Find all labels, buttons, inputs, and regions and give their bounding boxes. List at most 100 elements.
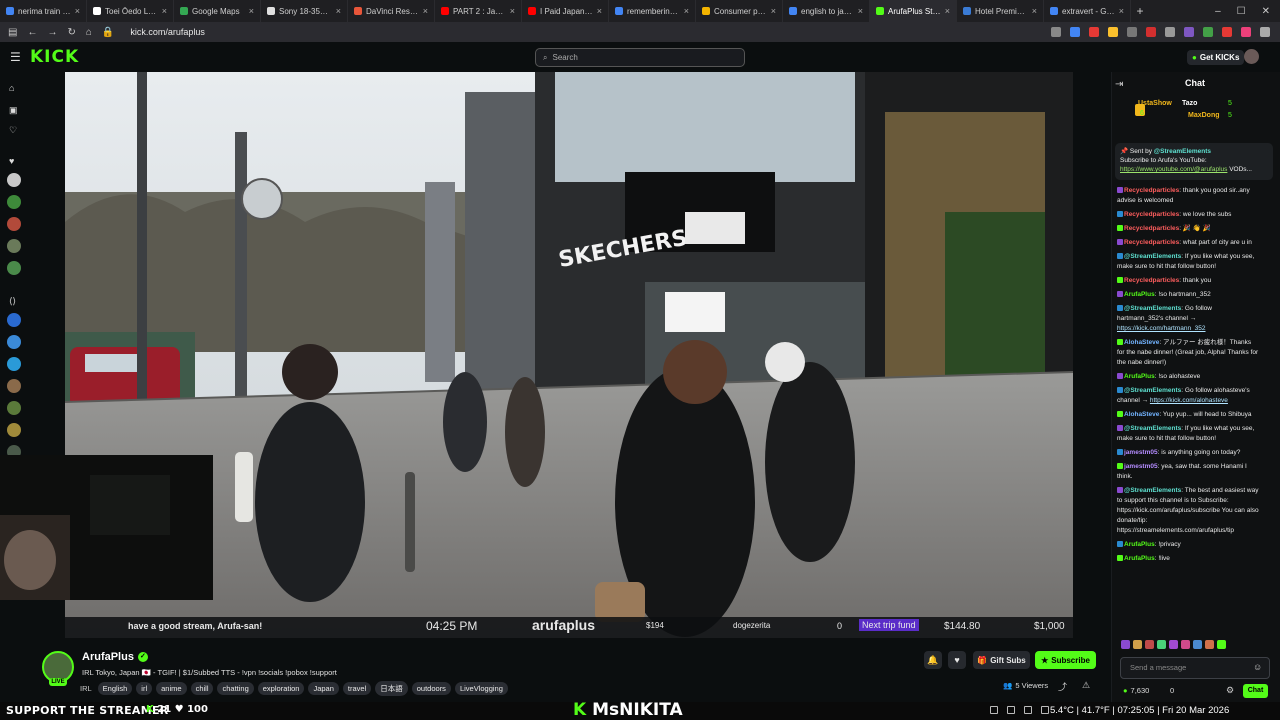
chat-username[interactable]: Recycledparticles xyxy=(1124,225,1179,232)
reload-icon[interactable]: ↻ xyxy=(67,27,75,38)
tab-close-icon[interactable]: × xyxy=(75,6,80,16)
follow-heart-button[interactable]: ♥ xyxy=(948,651,966,669)
stream-tag[interactable]: 日本語 xyxy=(375,681,408,696)
chat-username[interactable]: @StreamElements xyxy=(1124,305,1181,312)
chat-username[interactable]: Recycledparticles xyxy=(1124,211,1179,218)
ext-icon[interactable] xyxy=(1184,27,1194,37)
browser-tab[interactable]: Sony 18-35mm GM Le × xyxy=(261,0,348,22)
browse-nav-icon[interactable]: ▣ xyxy=(9,105,18,116)
search-input[interactable]: ⌕ Search xyxy=(535,48,745,67)
category-link[interactable]: IRL xyxy=(80,684,94,693)
ext-icon[interactable] xyxy=(1241,27,1251,37)
chat-username[interactable]: Recycledparticles xyxy=(1124,239,1179,246)
chat-username[interactable]: @StreamElements xyxy=(1124,253,1181,260)
emote-icon[interactable] xyxy=(1217,640,1226,649)
browser-tab[interactable]: Toei Ōedo Line - Wiki × xyxy=(87,0,174,22)
pinned-author[interactable]: @StreamElements xyxy=(1154,148,1211,155)
emote-icon[interactable] xyxy=(1193,640,1202,649)
emote-icon[interactable] xyxy=(1169,640,1178,649)
browser-tab[interactable]: Google Maps × xyxy=(174,0,261,22)
chat-username[interactable]: ArufaPlus xyxy=(1124,291,1155,298)
hamburger-menu-icon[interactable]: ☰ xyxy=(10,50,21,64)
chat-username[interactable]: jamestm05 xyxy=(1124,449,1158,456)
followed-channel-avatar[interactable] xyxy=(7,239,21,253)
gift-subs-button[interactable]: 🎁 Gift Subs xyxy=(973,651,1030,669)
recommended-channel-avatar[interactable] xyxy=(7,423,21,437)
tab-close-icon[interactable]: × xyxy=(597,6,602,16)
chat-username[interactable]: Recycledparticles xyxy=(1124,277,1179,284)
stream-tag[interactable]: outdoors xyxy=(411,682,451,695)
browser-tab[interactable]: Consumer price inflati × xyxy=(696,0,783,22)
chat-username[interactable]: @StreamElements xyxy=(1124,425,1181,432)
tab-close-icon[interactable]: × xyxy=(945,6,950,16)
pinned-link[interactable]: https://www.youtube.com/@arufaplus xyxy=(1120,166,1227,173)
new-tab-icon[interactable]: + xyxy=(1131,4,1149,18)
browser-tab[interactable]: english to japanese - × xyxy=(783,0,870,22)
kick-logo[interactable]: KICK xyxy=(30,47,79,67)
chat-username[interactable]: AlohaSteve xyxy=(1124,411,1159,418)
ext-icon[interactable] xyxy=(1108,27,1118,37)
tray-icon[interactable] xyxy=(1007,706,1015,714)
channel-name[interactable]: ArufaPlus xyxy=(82,651,134,663)
chat-settings-icon[interactable]: ⚙ xyxy=(1226,685,1234,696)
ext-icon[interactable] xyxy=(1222,27,1232,37)
tab-close-icon[interactable]: × xyxy=(249,6,254,16)
recommended-channel-avatar[interactable] xyxy=(7,379,21,393)
back-icon[interactable]: ← xyxy=(27,27,37,38)
chat-link[interactable]: https://kick.com/hartmann_352 xyxy=(1117,325,1206,332)
chat-username[interactable]: @StreamElements xyxy=(1124,487,1181,494)
chat-send-button[interactable]: Chat xyxy=(1243,684,1268,698)
emote-icon[interactable] xyxy=(1205,640,1214,649)
ext-icon[interactable] xyxy=(1127,27,1137,37)
maximize-icon[interactable]: ☐ xyxy=(1237,6,1246,17)
browser-tab[interactable]: PART 2 : Japan is curr × xyxy=(435,0,522,22)
leader-name-3[interactable]: MaxDong xyxy=(1188,112,1220,119)
home-icon[interactable]: ⌂ xyxy=(86,27,92,38)
chat-link[interactable]: https://kick.com/alohasteve xyxy=(1150,397,1228,404)
browser-tab[interactable]: extravert - Google Se × xyxy=(1044,0,1131,22)
tab-close-icon[interactable]: × xyxy=(1032,6,1037,16)
browser-tab[interactable]: ArufaPlus Stream × xyxy=(870,0,957,22)
subscribe-button[interactable]: ★ Subscribe xyxy=(1035,651,1096,669)
ext-icon[interactable] xyxy=(1089,27,1099,37)
following-nav-icon[interactable]: ♡ xyxy=(9,125,17,136)
recommended-channel-avatar[interactable] xyxy=(7,313,21,327)
stream-tag[interactable]: LiveVlogging xyxy=(454,682,508,695)
video-player[interactable]: SKECHERS xyxy=(65,72,1073,638)
chat-username[interactable]: Recycledparticles xyxy=(1124,187,1179,194)
browser-tab[interactable]: Hotel Premium Green × xyxy=(957,0,1044,22)
collapse-chat-icon[interactable]: ⇥ xyxy=(1115,79,1123,90)
tab-close-icon[interactable]: × xyxy=(336,6,341,16)
chat-username[interactable]: AlohaSteve xyxy=(1124,339,1159,346)
followed-channel-avatar[interactable] xyxy=(7,261,21,275)
stream-tag[interactable]: Japan xyxy=(308,682,339,695)
recommended-channel-avatar[interactable] xyxy=(7,335,21,349)
chat-username[interactable]: ArufaPlus xyxy=(1124,555,1155,562)
stream-tag[interactable]: exploration xyxy=(257,682,305,695)
browser-tab[interactable]: nerima train line map × xyxy=(0,0,87,22)
stream-tag[interactable]: English xyxy=(97,682,133,695)
recommended-channel-avatar[interactable] xyxy=(7,401,21,415)
recommended-channel-avatar[interactable] xyxy=(7,357,21,371)
followed-channel-avatar[interactable] xyxy=(7,195,21,209)
stream-tag[interactable]: chatting xyxy=(217,682,254,695)
leader-name-1[interactable]: UstaShow xyxy=(1138,100,1172,107)
browser-tab[interactable]: DaVinci Resolve — M × xyxy=(348,0,435,22)
emote-icon[interactable] xyxy=(1121,640,1130,649)
tab-close-icon[interactable]: × xyxy=(423,6,428,16)
chat-username[interactable]: @StreamElements xyxy=(1124,387,1181,394)
chat-username[interactable]: ArufaPlus xyxy=(1124,373,1155,380)
tab-close-icon[interactable]: × xyxy=(1119,6,1124,16)
user-avatar[interactable] xyxy=(1244,49,1259,64)
tray-icon[interactable] xyxy=(1024,706,1032,714)
emote-icon[interactable] xyxy=(1181,640,1190,649)
menu-icon[interactable] xyxy=(1260,27,1270,37)
get-kicks-button[interactable]: ● Get KICKs xyxy=(1187,50,1245,65)
tray-icon[interactable] xyxy=(990,706,998,714)
tab-close-icon[interactable]: × xyxy=(684,6,689,16)
stream-tag[interactable]: irl xyxy=(136,682,153,695)
share-icon[interactable]: ⤴ xyxy=(1058,680,1067,693)
followed-channel-avatar[interactable] xyxy=(7,173,21,187)
stream-tag[interactable]: chill xyxy=(190,682,214,695)
notification-bell-button[interactable]: 🔔 xyxy=(924,651,942,669)
